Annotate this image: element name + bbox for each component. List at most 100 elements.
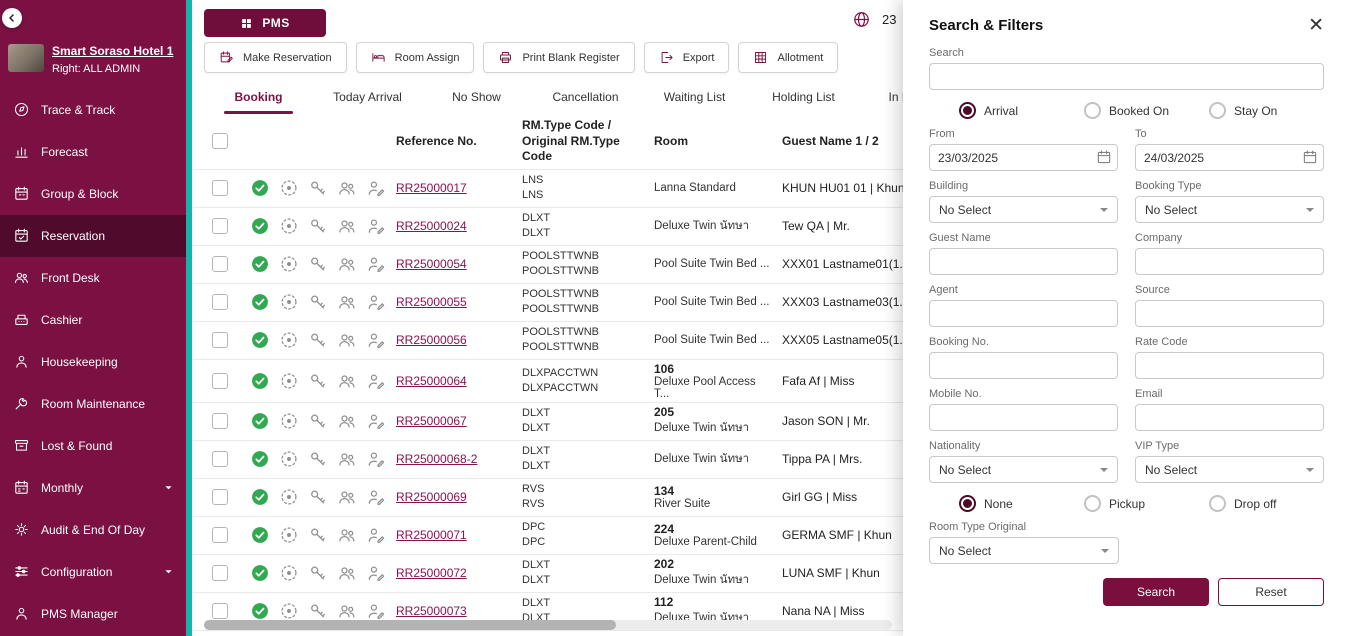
period-arrival-radio[interactable]: Arrival <box>959 102 1084 119</box>
person-edit-icon[interactable] <box>366 563 386 583</box>
people-icon[interactable] <box>337 178 357 198</box>
person-edit-icon[interactable] <box>366 411 386 431</box>
row-checkbox[interactable] <box>212 332 228 348</box>
hotel-name[interactable]: Smart Soraso Hotel 1 <box>52 44 173 60</box>
mobile-no-input[interactable] <box>929 404 1118 431</box>
key-icon[interactable] <box>308 411 328 431</box>
globe-icon[interactable] <box>852 10 871 29</box>
reference-link[interactable]: RR25000068-2 <box>396 452 477 466</box>
dotted-circle-icon[interactable] <box>279 525 299 545</box>
email-input[interactable] <box>1135 404 1324 431</box>
row-checkbox[interactable] <box>212 603 228 619</box>
export-button[interactable]: Export <box>644 42 730 73</box>
sidebar-item-trace-track[interactable]: Trace & Track <box>0 89 186 131</box>
people-icon[interactable] <box>337 601 357 621</box>
check-circle-icon[interactable] <box>250 254 270 274</box>
check-circle-icon[interactable] <box>250 292 270 312</box>
check-circle-icon[interactable] <box>250 330 270 350</box>
select-all-checkbox[interactable] <box>212 133 228 149</box>
row-checkbox[interactable] <box>212 373 228 389</box>
dotted-circle-icon[interactable] <box>279 330 299 350</box>
row-checkbox[interactable] <box>212 565 228 581</box>
pms-module-button[interactable]: PMS <box>204 9 326 37</box>
tab-waiting-list[interactable]: Waiting List <box>640 82 749 114</box>
reference-link[interactable]: RR25000054 <box>396 257 467 271</box>
dotted-circle-icon[interactable] <box>279 449 299 469</box>
people-icon[interactable] <box>337 216 357 236</box>
person-edit-icon[interactable] <box>366 178 386 198</box>
key-icon[interactable] <box>308 330 328 350</box>
person-edit-icon[interactable] <box>366 371 386 391</box>
dotted-circle-icon[interactable] <box>279 563 299 583</box>
check-circle-icon[interactable] <box>250 371 270 391</box>
people-icon[interactable] <box>337 330 357 350</box>
period-booked-on-radio[interactable]: Booked On <box>1084 102 1209 119</box>
reference-link[interactable]: RR25000073 <box>396 604 467 618</box>
room-type-original-select[interactable]: No Select <box>929 537 1119 564</box>
dotted-circle-icon[interactable] <box>279 216 299 236</box>
key-icon[interactable] <box>308 563 328 583</box>
dotted-circle-icon[interactable] <box>279 254 299 274</box>
reference-link[interactable]: RR25000067 <box>396 414 467 428</box>
people-icon[interactable] <box>337 254 357 274</box>
reference-link[interactable]: RR25000024 <box>396 219 467 233</box>
company-input[interactable] <box>1135 248 1324 275</box>
booking-type-select[interactable]: No Select <box>1135 196 1324 223</box>
close-icon[interactable]: ✕ <box>1308 16 1324 35</box>
key-icon[interactable] <box>308 254 328 274</box>
people-icon[interactable] <box>337 487 357 507</box>
person-edit-icon[interactable] <box>366 525 386 545</box>
key-icon[interactable] <box>308 216 328 236</box>
reset-button[interactable]: Reset <box>1218 578 1324 606</box>
dotted-circle-icon[interactable] <box>279 601 299 621</box>
people-icon[interactable] <box>337 525 357 545</box>
reference-link[interactable]: RR25000071 <box>396 528 467 542</box>
collapse-sidebar-button[interactable] <box>2 8 22 28</box>
check-circle-icon[interactable] <box>250 525 270 545</box>
row-checkbox[interactable] <box>212 218 228 234</box>
people-icon[interactable] <box>337 371 357 391</box>
sidebar-item-monthly[interactable]: Monthly <box>0 467 186 509</box>
vip-type-select[interactable]: No Select <box>1135 456 1324 483</box>
row-checkbox[interactable] <box>212 413 228 429</box>
period-stay-on-radio[interactable]: Stay On <box>1209 102 1334 119</box>
dotted-circle-icon[interactable] <box>279 411 299 431</box>
sidebar-item-housekeeping[interactable]: Housekeeping <box>0 341 186 383</box>
tab-no-show[interactable]: No Show <box>422 82 531 114</box>
key-icon[interactable] <box>308 292 328 312</box>
sidebar-item-cashier[interactable]: Cashier <box>0 299 186 341</box>
dotted-circle-icon[interactable] <box>279 487 299 507</box>
row-checkbox[interactable] <box>212 180 228 196</box>
reference-link[interactable]: RR25000072 <box>396 566 467 580</box>
row-checkbox[interactable] <box>212 256 228 272</box>
room-assign-button[interactable]: Room Assign <box>356 42 475 73</box>
scrollbar-thumb[interactable] <box>204 620 616 630</box>
key-icon[interactable] <box>308 487 328 507</box>
search-button[interactable]: Search <box>1103 578 1209 606</box>
booking-no-input[interactable] <box>929 352 1118 379</box>
person-edit-icon[interactable] <box>366 292 386 312</box>
rate-code-input[interactable] <box>1135 352 1324 379</box>
horizontal-scrollbar[interactable] <box>204 620 892 630</box>
dotted-circle-icon[interactable] <box>279 292 299 312</box>
key-icon[interactable] <box>308 525 328 545</box>
check-circle-icon[interactable] <box>250 563 270 583</box>
dotted-circle-icon[interactable] <box>279 178 299 198</box>
reference-link[interactable]: RR25000055 <box>396 295 467 309</box>
sidebar-item-configuration[interactable]: Configuration <box>0 551 186 593</box>
check-circle-icon[interactable] <box>250 449 270 469</box>
people-icon[interactable] <box>337 292 357 312</box>
check-circle-icon[interactable] <box>250 216 270 236</box>
sidebar-item-room-maintenance[interactable]: Room Maintenance <box>0 383 186 425</box>
people-icon[interactable] <box>337 449 357 469</box>
nationality-select[interactable]: No Select <box>929 456 1118 483</box>
sidebar-item-group-block[interactable]: Group & Block <box>0 173 186 215</box>
print-blank-register-button[interactable]: Print Blank Register <box>483 42 634 73</box>
guest-name-input[interactable] <box>929 248 1118 275</box>
row-checkbox[interactable] <box>212 294 228 310</box>
sidebar-item-pms-manager[interactable]: PMS Manager <box>0 593 186 635</box>
person-edit-icon[interactable] <box>366 254 386 274</box>
sidebar-item-front-desk[interactable]: Front Desk <box>0 257 186 299</box>
to-date-input[interactable] <box>1135 144 1324 171</box>
check-circle-icon[interactable] <box>250 601 270 621</box>
